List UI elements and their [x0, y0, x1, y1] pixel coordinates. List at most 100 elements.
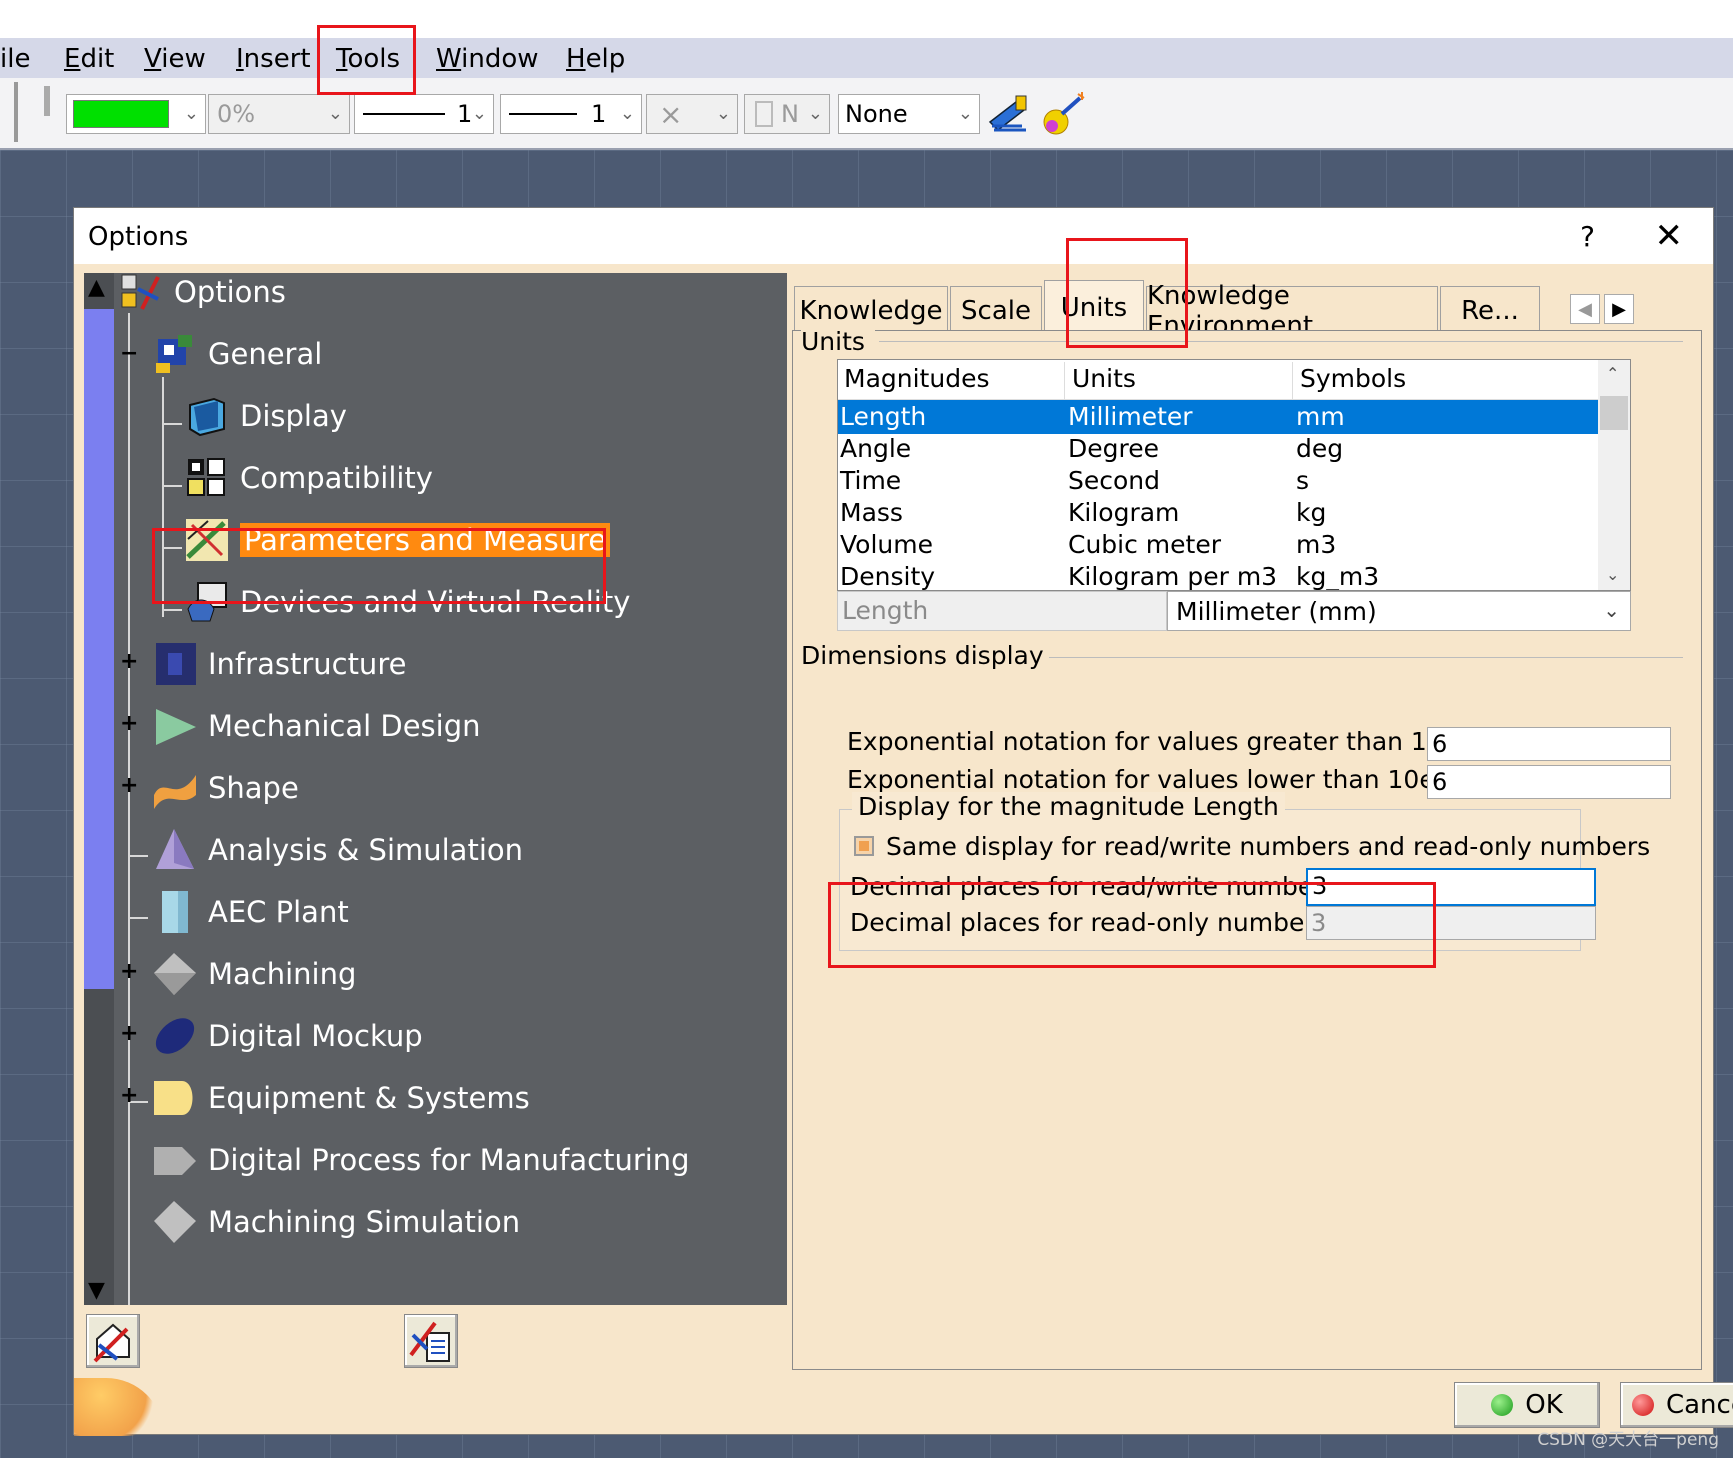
table-row[interactable]: Density Kilogram per m3 kg_m3 — [838, 560, 1598, 591]
tree-scrollbar[interactable]: ▲ ▼ — [84, 273, 114, 1305]
point-symbol-select[interactable]: × ⌄ — [646, 94, 738, 134]
units-tab-page: Units Magnitudes Units Symbols Length Mi… — [792, 327, 1702, 1370]
expand-icon[interactable]: + — [120, 651, 138, 673]
expand-icon[interactable]: + — [120, 775, 138, 797]
tree-item-display[interactable]: Display — [184, 391, 347, 441]
cancel-button[interactable]: Cancel — [1620, 1382, 1733, 1428]
toolbar-handle[interactable] — [44, 86, 50, 116]
units-table-scroll-thumb[interactable] — [1600, 396, 1628, 430]
layer-select[interactable]: None ⌄ — [838, 94, 980, 134]
tree-item-analysis-simulation[interactable]: Analysis & Simulation — [152, 825, 523, 875]
collapse-icon[interactable]: − — [120, 343, 138, 365]
column-separator — [1292, 362, 1293, 400]
units-table-header: Magnitudes Units Symbols — [838, 362, 1598, 400]
line-thickness-select[interactable]: 1 ⌄ — [354, 94, 494, 134]
chevron-down-icon: ⌄ — [807, 103, 823, 124]
tab-knowledge-environment[interactable]: Knowledge Environment — [1146, 281, 1438, 341]
tab-scroll-right-icon[interactable]: ▶ — [1604, 294, 1634, 324]
tree-item-compatibility[interactable]: Compatibility — [184, 453, 433, 503]
line-type-select[interactable]: 1 ⌄ — [500, 94, 642, 134]
tree-item-label: Digital Process for Manufacturing — [208, 1143, 690, 1177]
units-table[interactable]: Magnitudes Units Symbols Length Millimet… — [837, 359, 1631, 591]
cancel-label: Cancel — [1665, 1390, 1733, 1420]
options-dialog: Options ? ✕ ▲ ▼ Options − General Displa… — [73, 207, 1733, 1436]
tree-line — [128, 917, 148, 919]
tree-item-machining[interactable]: Machining — [152, 949, 356, 999]
scroll-up-arrow-icon[interactable]: ⌃ — [1606, 364, 1619, 383]
table-row[interactable]: Angle Degree deg — [838, 432, 1598, 466]
tree-item-options[interactable]: Options — [118, 273, 286, 317]
table-row[interactable]: Mass Kilogram kg — [838, 496, 1598, 530]
scroll-down-arrow-icon[interactable]: ⌄ — [1606, 565, 1619, 584]
tree-item-digital-mockup[interactable]: Digital Mockup — [152, 1011, 423, 1061]
help-icon[interactable]: ? — [1580, 220, 1595, 253]
tree-line — [162, 423, 182, 425]
expand-icon[interactable]: + — [120, 1023, 138, 1045]
menu-mnemonic: I — [236, 44, 244, 74]
menu-file[interactable]: ile — [0, 42, 36, 76]
tree-item-digital-process[interactable]: Digital Process for Manufacturing — [152, 1135, 690, 1185]
tree-item-equipment-systems[interactable]: Equipment & Systems — [152, 1073, 530, 1123]
tree-item-mechanical-design[interactable]: Mechanical Design — [152, 701, 481, 751]
cross-icon: × — [659, 97, 683, 131]
column-header-units[interactable]: Units — [1072, 364, 1136, 393]
expand-icon[interactable]: + — [120, 1085, 138, 1107]
menu-help[interactable]: Help — [560, 42, 631, 76]
table-cell: Length — [840, 402, 927, 431]
display-icon — [189, 397, 225, 437]
toolbar-grip[interactable] — [14, 82, 18, 142]
tab-scale[interactable]: Scale — [950, 286, 1042, 334]
table-cell: kg_m3 — [1296, 562, 1380, 591]
reset-all-options-button[interactable] — [86, 1314, 140, 1368]
tree-line — [162, 485, 182, 487]
transparency-select[interactable]: 0% ⌄ — [208, 94, 350, 134]
same-display-label[interactable]: Same display for read/write numbers and … — [886, 832, 1650, 861]
line-sample — [509, 113, 577, 115]
close-icon[interactable]: ✕ — [1655, 216, 1684, 256]
expand-icon[interactable]: + — [120, 961, 138, 983]
tree-item-infrastructure[interactable]: Infrastructure — [152, 639, 406, 689]
table-row[interactable]: Volume Cubic meter m3 — [838, 528, 1598, 562]
fill-color-select[interactable]: ⌄ — [66, 94, 206, 134]
ok-button[interactable]: OK — [1454, 1382, 1600, 1428]
menu-edit[interactable]: Edit — [58, 42, 120, 76]
table-cell: Millimeter — [1068, 402, 1193, 431]
tree-item-general[interactable]: General — [152, 329, 322, 379]
menu-window[interactable]: Window — [430, 42, 545, 76]
rendering-style-select[interactable]: N ⌄ — [744, 94, 830, 134]
menu-insert[interactable]: Insert — [230, 42, 317, 76]
tree-scroll-thumb[interactable] — [84, 309, 114, 989]
magic-wand-icon[interactable] — [1042, 92, 1088, 136]
line-type-value: 1 — [591, 100, 607, 128]
tree-item-label: Infrastructure — [208, 647, 407, 681]
tab-scroll-left-icon[interactable]: ◀ — [1570, 294, 1600, 324]
format-painter-icon[interactable] — [986, 92, 1032, 136]
exp-greater-label: Exponential notation for values greater … — [847, 727, 1480, 756]
analysis-simulation-icon — [156, 829, 194, 869]
column-header-symbols[interactable]: Symbols — [1300, 364, 1406, 393]
decorative-globe — [74, 1378, 164, 1436]
page-icon — [755, 101, 773, 127]
exp-greater-input[interactable]: 6 — [1427, 727, 1671, 761]
same-display-checkbox[interactable] — [854, 836, 874, 856]
column-header-magnitudes[interactable]: Magnitudes — [844, 364, 989, 393]
menu-view[interactable]: View — [138, 42, 212, 76]
infrastructure-icon — [156, 643, 196, 685]
dialog-title-bar[interactable]: Options ? ✕ — [74, 208, 1713, 264]
tree-item-shape[interactable]: Shape — [152, 763, 299, 813]
scroll-down-arrow-icon[interactable]: ▼ — [88, 1278, 105, 1303]
tree-item-aec-plant[interactable]: AEC Plant — [152, 887, 349, 937]
tree-line — [128, 855, 148, 857]
settings-list-button[interactable] — [404, 1314, 458, 1368]
unit-select[interactable]: Millimeter (mm) ⌄ — [1167, 591, 1631, 631]
units-table-scrollbar[interactable]: ⌃ ⌄ — [1598, 360, 1630, 590]
tree-line — [128, 313, 130, 1305]
scroll-up-arrow-icon[interactable]: ▲ — [88, 275, 105, 300]
tree-item-machining-simulation[interactable]: Machining Simulation — [152, 1197, 520, 1247]
table-row[interactable]: Time Second s — [838, 464, 1598, 498]
dialog-button-bar: OK Cancel — [74, 1370, 1733, 1436]
tab-more[interactable]: Re... — [1440, 286, 1540, 334]
exp-lower-input[interactable]: 6 — [1427, 765, 1671, 799]
expand-icon[interactable]: + — [120, 713, 138, 735]
table-row[interactable]: Length Millimeter mm — [838, 400, 1598, 434]
